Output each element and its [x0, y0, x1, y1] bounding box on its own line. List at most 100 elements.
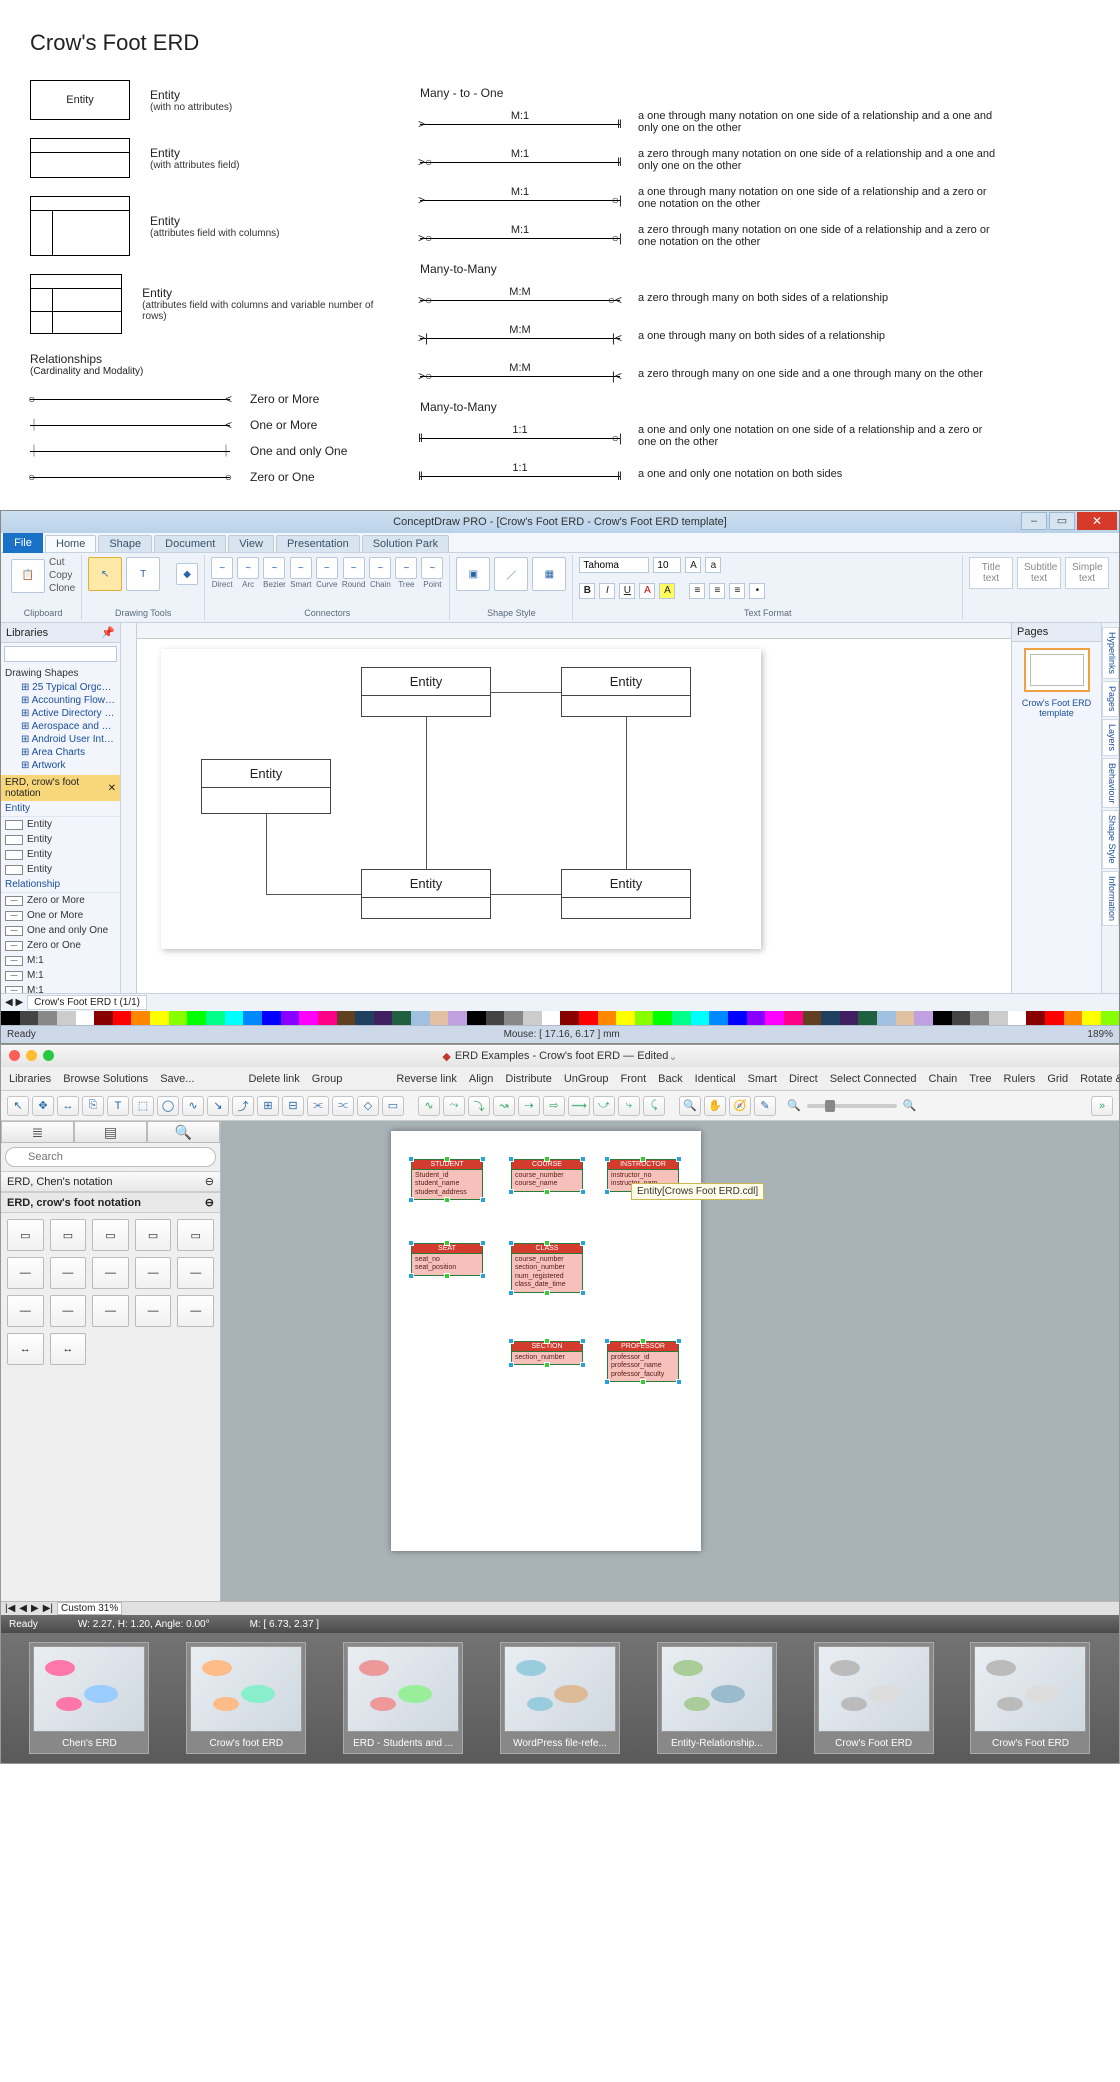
erd-entity-section[interactable]: SECTIONsection_number	[511, 1341, 583, 1365]
align-right-button[interactable]: ≡	[729, 583, 745, 599]
connector-point-button[interactable]: ~	[421, 557, 443, 579]
textbox-tool-button[interactable]: T	[126, 557, 160, 591]
mac-menu-align[interactable]: Align	[469, 1073, 493, 1085]
palette-swatch[interactable]	[392, 1011, 411, 1025]
mac-connector-button[interactable]: ⤻	[593, 1096, 615, 1116]
color-palette[interactable]	[1, 1011, 1119, 1025]
mac-view-button[interactable]: ✎	[754, 1096, 776, 1116]
mac-stencil-cell[interactable]: ↔	[50, 1333, 87, 1365]
mac-menu-tree[interactable]: Tree	[969, 1073, 991, 1085]
mac-tool-button[interactable]: ✥	[32, 1096, 54, 1116]
erd-entity-student[interactable]: STUDENTStudent_idstudent_namestudent_add…	[411, 1159, 483, 1200]
mac-menu-reverse-link[interactable]: Reverse link	[396, 1073, 457, 1085]
mac-tool-button[interactable]: ◯	[157, 1096, 179, 1116]
libraries-search-input[interactable]	[4, 646, 117, 662]
overflow-button[interactable]: »	[1091, 1096, 1113, 1116]
palette-swatch[interactable]	[206, 1011, 225, 1025]
decrease-font-button[interactable]: a	[705, 557, 721, 573]
mac-tool-button[interactable]: ↘	[207, 1096, 229, 1116]
palette-swatch[interactable]	[616, 1011, 635, 1025]
mac-stencil-cell[interactable]: —	[7, 1295, 44, 1327]
stencil-rel-item[interactable]: —Zero or More	[1, 893, 120, 908]
close-icon[interactable]: ✕	[108, 783, 116, 794]
connector-direct-button[interactable]: ~	[211, 557, 233, 579]
zoom-selector[interactable]: Custom 31%	[57, 1602, 122, 1615]
stencil-entity-item[interactable]: Entity	[1, 862, 120, 877]
gallery-card[interactable]: ERD - Students and ...	[343, 1642, 463, 1754]
mac-menu-browse-solutions[interactable]: Browse Solutions	[63, 1073, 148, 1085]
palette-swatch[interactable]	[728, 1011, 747, 1025]
libraries-pin-icon[interactable]: 📌	[101, 626, 115, 639]
stencil-entity-item[interactable]: Entity	[1, 832, 120, 847]
stencil-rel-item[interactable]: —M:1	[1, 983, 120, 993]
library-item[interactable]: ⊞ Aerospace and Transport	[13, 720, 116, 733]
mac-connector-button[interactable]: ⇢	[518, 1096, 540, 1116]
bold-button[interactable]: B	[579, 583, 595, 599]
stencil-entity-item[interactable]: Entity	[1, 817, 120, 832]
mac-menu-libraries[interactable]: Libraries	[9, 1073, 51, 1085]
align-left-button[interactable]: ≡	[689, 583, 705, 599]
library-item[interactable]: ⊞ Active Directory Diagrams	[13, 707, 116, 720]
palette-swatch[interactable]	[20, 1011, 39, 1025]
zoom-slider[interactable]: 🔍🔍	[787, 1099, 916, 1112]
select-tool-button[interactable]: ↖	[88, 557, 122, 591]
mac-connector-button[interactable]: ⤷	[618, 1096, 640, 1116]
mac-menu-back[interactable]: Back	[658, 1073, 682, 1085]
ribbon-tab-document[interactable]: Document	[154, 535, 226, 552]
page-prev-button[interactable]: ◀	[19, 1603, 27, 1614]
mac-menu-front[interactable]: Front	[620, 1073, 646, 1085]
canvas-entity[interactable]: Entity	[561, 869, 691, 919]
palette-swatch[interactable]	[504, 1011, 523, 1025]
palette-swatch[interactable]	[989, 1011, 1008, 1025]
mac-tool-button[interactable]: ⊞	[257, 1096, 279, 1116]
mac-stencil-cell[interactable]: ▭	[7, 1219, 44, 1251]
mac-stencil-cell[interactable]: ▭	[135, 1219, 172, 1251]
gallery-card[interactable]: Entity-Relationship...	[657, 1642, 777, 1754]
font-family-input[interactable]	[579, 557, 649, 573]
italic-button[interactable]: I	[599, 583, 615, 599]
mac-stencil-cell[interactable]: —	[50, 1257, 87, 1289]
connector-tree-button[interactable]: ~	[395, 557, 417, 579]
mac-tool-button[interactable]: T	[107, 1096, 129, 1116]
page-thumbnail[interactable]	[1024, 648, 1090, 692]
connector-curve-button[interactable]: ~	[316, 557, 338, 579]
canvas[interactable]: Entity Entity Entity Entity Entity	[121, 623, 1011, 993]
mac-tool-button[interactable]: ⊟	[282, 1096, 304, 1116]
gallery-card[interactable]: WordPress file-refe...	[500, 1642, 620, 1754]
mac-search-input[interactable]	[5, 1147, 216, 1167]
simple-preset[interactable]: Simple text	[1065, 557, 1109, 589]
connector-chain-button[interactable]: ~	[369, 557, 391, 579]
palette-swatch[interactable]	[896, 1011, 915, 1025]
palette-swatch[interactable]	[299, 1011, 318, 1025]
palette-swatch[interactable]	[57, 1011, 76, 1025]
mac-stencil-cell[interactable]: —	[135, 1257, 172, 1289]
file-menu-button[interactable]: File	[3, 533, 43, 553]
palette-swatch[interactable]	[113, 1011, 132, 1025]
palette-swatch[interactable]	[747, 1011, 766, 1025]
palette-swatch[interactable]	[542, 1011, 561, 1025]
palette-swatch[interactable]	[281, 1011, 300, 1025]
subtitle-preset[interactable]: Subtitle text	[1017, 557, 1061, 589]
lib-search-button[interactable]: 🔍	[147, 1121, 220, 1143]
title-preset[interactable]: Title text	[969, 557, 1013, 589]
mac-menu-select-connected[interactable]: Select Connected	[830, 1073, 917, 1085]
mac-menu-chain[interactable]: Chain	[929, 1073, 958, 1085]
lib-row-chen[interactable]: ERD, Chen's notation⊖	[1, 1171, 220, 1192]
palette-swatch[interactable]	[169, 1011, 188, 1025]
mac-stencil-cell[interactable]: —	[92, 1295, 129, 1327]
erd-entity-seat[interactable]: SEATseat_noseat_position	[411, 1243, 483, 1276]
align-center-button[interactable]: ≡	[709, 583, 725, 599]
palette-swatch[interactable]	[840, 1011, 859, 1025]
mac-stencil-cell[interactable]: —	[7, 1257, 44, 1289]
mac-tool-button[interactable]: ⫗	[332, 1096, 354, 1116]
mac-menu-direct[interactable]: Direct	[789, 1073, 818, 1085]
mac-menu-rulers[interactable]: Rulers	[1004, 1073, 1036, 1085]
stencil-rel-item[interactable]: —One or More	[1, 908, 120, 923]
palette-swatch[interactable]	[355, 1011, 374, 1025]
mac-menu-ungroup[interactable]: UnGroup	[564, 1073, 609, 1085]
mac-connector-button[interactable]: ⤳	[443, 1096, 465, 1116]
close-icon[interactable]: ⊖	[205, 1196, 214, 1209]
palette-swatch[interactable]	[262, 1011, 281, 1025]
page-first-button[interactable]: |◀	[5, 1603, 15, 1614]
document-tab[interactable]: Crow's Foot ERD t (1/1)	[27, 995, 147, 1010]
